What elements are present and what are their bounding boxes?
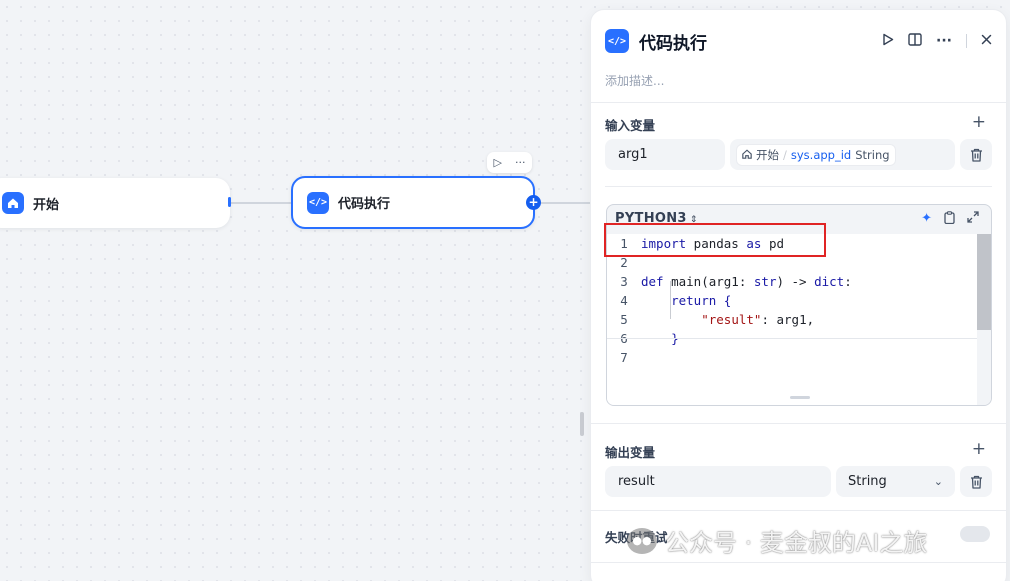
line-number: 3 [620,274,628,289]
retry-toggle[interactable] [960,526,990,542]
expand-icon[interactable] [967,211,979,228]
code-token: : arg1, [761,312,815,327]
code-token: { [716,293,732,308]
code-token: dict [814,274,845,289]
start-node-out-handle[interactable] [228,197,231,207]
description-input[interactable]: 添加描述... [605,72,664,89]
code-node-label: 代码执行 [338,197,391,212]
more-icon[interactable]: ··· [515,156,526,169]
code-line[interactable]: 5 "result": arg1, [607,310,977,329]
line-number: 7 [620,350,628,365]
delete-input-variable-button[interactable] [960,139,992,170]
trash-icon [970,475,982,489]
output-variable-type-select[interactable]: String ⌄ [836,466,955,497]
retry-on-failure-label: 失败时重试 [605,530,668,545]
add-output-variable-button[interactable]: + [972,441,986,458]
close-icon[interactable] [981,33,992,49]
code-line[interactable]: 1 import pandas as pd [607,234,977,253]
home-icon [742,148,752,162]
code-editor[interactable]: PYTHON3 ⇕ ✦ 1 import pandas as pd 2 3 def ma… [606,204,992,406]
workflow-canvas[interactable]: 开始 ▷ ··· </> 代码执行 + [0,0,590,581]
code-content[interactable]: 1 import pandas as pd 2 3 def main(arg1: str… [607,234,977,405]
input-variable-ref-selector[interactable]: 开始 / sys.app_id String [730,139,955,170]
trash-icon [970,148,982,162]
add-input-variable-button[interactable]: + [972,114,986,131]
code-token: import [641,236,687,251]
code-token: ) -> [776,274,815,289]
edge-code-out [540,202,590,204]
chevron-down-icon: ⌄ [933,475,943,488]
editor-resize-handle[interactable] [790,396,810,399]
add-next-node-button[interactable]: + [526,195,541,210]
code-token: as [746,236,762,251]
code-token: return [671,293,717,308]
output-variables-label: 输出变量 [605,445,656,460]
code-node[interactable]: </> 代码执行 [291,176,535,229]
code-token: pd [761,236,785,251]
line-number: 5 [620,312,628,327]
header-divider [966,34,967,48]
code-token: : [844,274,852,289]
code-token: pandas [686,236,747,251]
panel-actions: ··· [882,32,992,50]
code-text: return { [641,291,731,310]
output-variable-name-field[interactable]: result [605,466,831,497]
ai-sparkle-icon[interactable]: ✦ [921,211,932,228]
code-text: import pandas as pd [641,234,784,253]
language-selector[interactable]: PYTHON3 ⇕ [615,211,698,226]
code-line[interactable]: 4 return { [607,291,977,310]
start-node[interactable]: 开始 [0,178,230,228]
divider [591,562,1006,563]
node-toolbar: ▷ ··· [487,152,532,173]
indent-guide [670,281,671,319]
code-line[interactable]: 2 [607,253,977,272]
code-text: "result": arg1, [641,310,814,329]
code-line[interactable]: 3 def main(arg1: str) -> dict: [607,272,977,291]
divider [591,102,1006,103]
delete-output-variable-button[interactable] [960,466,992,497]
code-icon: </> [605,29,629,53]
node-config-panel: </> 代码执行 ··· 添加描述... 输入变量 + arg1 开始 / sy… [590,9,1007,581]
home-icon [2,192,24,214]
code-token: def [641,274,664,289]
input-variable-name-field[interactable]: arg1 [605,139,725,170]
copy-icon[interactable] [944,211,955,228]
panel-title: 代码执行 [639,33,707,54]
code-token: str [753,274,777,289]
code-icon: </> [307,191,329,214]
play-icon[interactable]: ▷ [494,156,502,169]
variable-reference-tag: 开始 / sys.app_id String [736,143,896,166]
line-number: 2 [620,255,628,270]
editor-scrollbar-thumb[interactable] [977,234,991,330]
code-line[interactable]: 7 [607,348,977,367]
split-view-icon[interactable] [908,32,922,50]
current-line-marker [607,338,977,339]
divider [605,186,992,187]
divider [591,423,1006,424]
divider [591,510,1006,511]
line-number: 4 [620,293,628,308]
panel-header: </> 代码执行 ··· [605,27,992,55]
more-icon[interactable]: ··· [936,33,952,49]
code-text: def main(arg1: str) -> dict: [641,272,852,291]
start-node-label: 开始 [33,197,60,213]
code-editor-tools: ✦ [921,211,979,228]
edge-start-to-code [230,202,293,204]
code-token: "result" [701,312,762,327]
code-token: main(arg1: [663,274,754,289]
panel-resize-handle[interactable] [580,412,584,436]
line-number: 1 [620,236,628,251]
play-icon[interactable] [882,33,894,50]
input-variables-label: 输入变量 [605,118,656,133]
